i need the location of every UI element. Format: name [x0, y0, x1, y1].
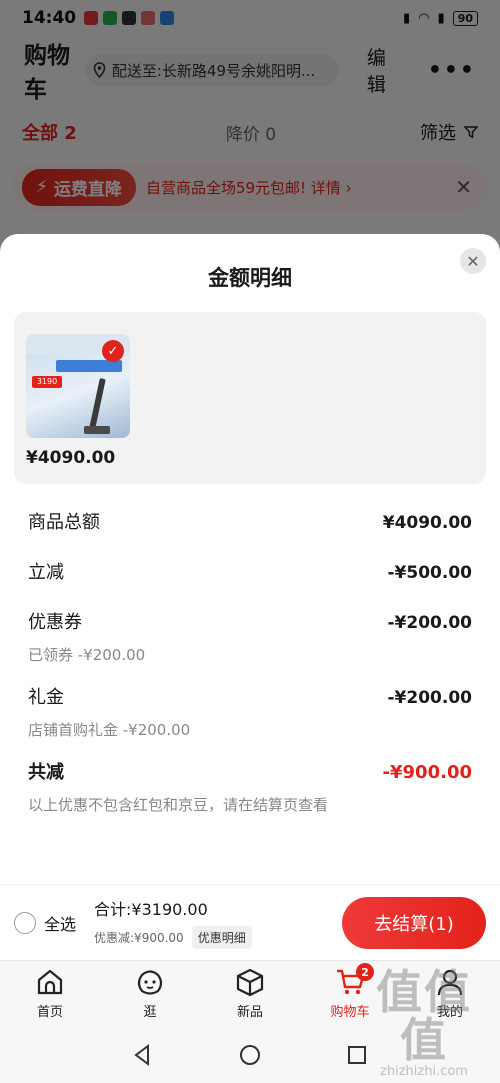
- watermark-url: zhizhizhi.com: [380, 1064, 468, 1079]
- nav-label-home: 首页: [36, 1005, 63, 1020]
- discount-note: 以上优惠不包含红包和京豆，请在结算页查看: [28, 796, 329, 814]
- discount-amount: 优惠减:¥900.00: [94, 931, 184, 945]
- row-coupon: 优惠券 -¥200.00: [28, 608, 472, 634]
- total-saved-value: -¥900.00: [382, 762, 472, 783]
- watermark-text: 值值值: [376, 965, 472, 1067]
- goods-total-value: ¥4090.00: [382, 513, 472, 533]
- coupon-sub: 已领券 -¥200.00: [28, 646, 146, 664]
- close-sheet-icon[interactable]: ✕: [460, 248, 486, 274]
- amount-detail-list: 商品总额 ¥4090.00 立减 -¥500.00 优惠券 -¥200.00 已…: [0, 484, 500, 815]
- checkmark-icon: ✓: [102, 340, 124, 362]
- sheet-title: 金额明细: [208, 266, 292, 290]
- site-watermark: 值值值 zhizhizhi.com: [356, 968, 492, 1079]
- sum-total: 合计:¥3190.00: [94, 900, 208, 919]
- nav-item-browse[interactable]: 逛: [100, 961, 200, 1026]
- home-icon: [37, 969, 63, 995]
- sum-block: 合计:¥3190.00 优惠减:¥900.00 优惠明细: [94, 896, 252, 949]
- instant-discount-value: -¥500.00: [387, 563, 473, 583]
- row-goods-total: 商品总额 ¥4090.00: [28, 508, 472, 534]
- row-total-saved: 共减 -¥900.00: [28, 758, 472, 784]
- thumb-price-tag: 3190: [32, 376, 62, 388]
- row-gift: 礼金 -¥200.00: [28, 683, 472, 709]
- nav-label-new: 新品: [236, 1005, 263, 1020]
- gift-value: -¥200.00: [387, 688, 473, 708]
- instant-discount-label: 立减: [28, 562, 64, 583]
- product-thumbnail[interactable]: 3190 ✓: [26, 334, 130, 438]
- box-icon: [236, 968, 264, 997]
- row-instant-discount: 立减 -¥500.00: [28, 558, 472, 584]
- discount-detail-button[interactable]: 优惠明细: [191, 926, 252, 949]
- nav-label-browse: 逛: [143, 1005, 157, 1020]
- select-all-checkbox[interactable]: [14, 911, 36, 934]
- checkout-bar: 全选 合计:¥3190.00 优惠减:¥900.00 优惠明细 去结算(1): [0, 884, 500, 960]
- nav-item-new[interactable]: 新品: [200, 961, 300, 1026]
- amount-detail-sheet: 金额明细 ✕ 3190 ✓ ¥4090.00 商品总额 ¥4090.00 立减 …: [0, 234, 500, 884]
- browse-icon: [137, 970, 163, 995]
- gift-label: 礼金: [28, 687, 64, 708]
- home-circle-icon[interactable]: [237, 1042, 263, 1068]
- nav-item-home[interactable]: 首页: [0, 961, 100, 1026]
- total-saved-label: 共减: [28, 762, 64, 783]
- coupon-value: -¥200.00: [387, 613, 473, 633]
- select-all-label[interactable]: 全选: [44, 911, 76, 935]
- gift-sub: 店铺首购礼金 -¥200.00: [28, 721, 191, 739]
- goods-total-label: 商品总额: [28, 512, 100, 533]
- back-icon[interactable]: [130, 1042, 156, 1068]
- coupon-label: 优惠券: [28, 612, 82, 633]
- goods-summary: 3190 ✓ ¥4090.00: [14, 312, 486, 484]
- goods-price: ¥4090.00: [26, 448, 116, 468]
- checkout-button[interactable]: 去结算(1): [342, 896, 486, 949]
